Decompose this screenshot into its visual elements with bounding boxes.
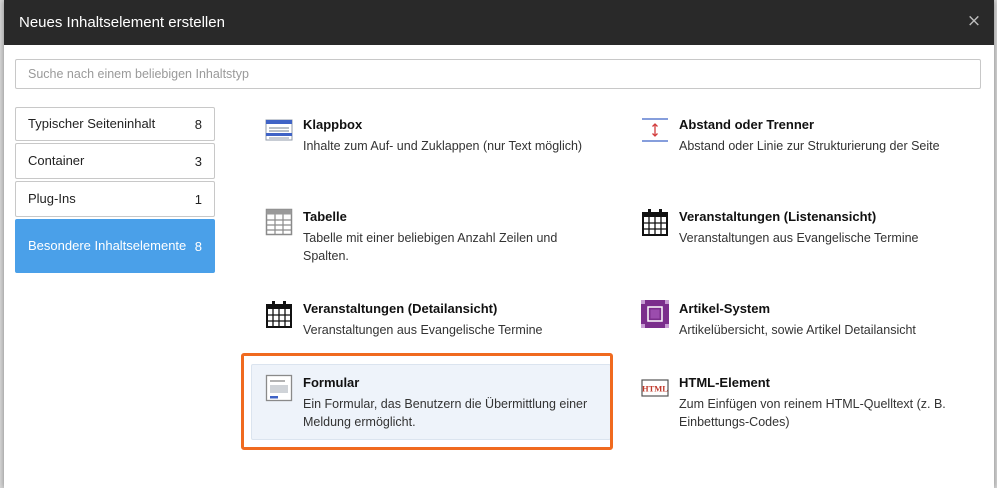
- item-description: Artikelübersicht, sowie Artikel Detailan…: [679, 323, 916, 337]
- search-wrapper: [15, 59, 981, 89]
- form-icon: [265, 374, 293, 402]
- item-title: Tabelle: [303, 209, 347, 224]
- tab-container[interactable]: Container 3: [15, 143, 215, 179]
- item-title: HTML-Element: [679, 375, 770, 390]
- item-title: Abstand oder Trenner: [679, 117, 815, 132]
- dialog-header: Neues Inhaltselement erstellen ×: [4, 0, 994, 45]
- item-title: Formular: [303, 375, 360, 390]
- accordion-icon: [265, 119, 293, 141]
- item-text: Abstand oder Trenner Abstand oder Linie …: [679, 116, 940, 155]
- search-input[interactable]: [15, 59, 981, 89]
- item-text: Veranstaltungen (Listenansicht) Veransta…: [679, 208, 919, 247]
- item-description: Veranstaltungen aus Evangelische Termine: [303, 323, 543, 337]
- calendar-icon: [266, 301, 292, 328]
- tab-typical-page-content[interactable]: Typischer Seiteninhalt 8: [15, 107, 215, 141]
- item-description: Inhalte zum Auf- und Zuklappen (nur Text…: [303, 139, 583, 153]
- element-events-list[interactable]: Veranstaltungen (Listenansicht) Veransta…: [641, 208, 981, 247]
- element-table[interactable]: Tabelle Tabelle mit einer beliebigen Anz…: [265, 208, 595, 265]
- element-article-system[interactable]: Artikel-System Artikelübersicht, sowie A…: [641, 300, 981, 339]
- element-klappbox[interactable]: Klappbox Inhalte zum Auf- und Zuklappen …: [265, 116, 585, 155]
- element-events-detail[interactable]: Veranstaltungen (Detailansicht) Veransta…: [265, 300, 595, 339]
- close-icon[interactable]: ×: [966, 11, 982, 31]
- tab-label: Besondere Inhaltselemente: [28, 238, 187, 253]
- tab-label: Container: [28, 153, 85, 168]
- tab-label: Typischer Seiteninhalt: [28, 116, 156, 131]
- tab-label: Plug-Ins: [28, 191, 76, 206]
- item-title: Veranstaltungen (Listenansicht): [679, 209, 877, 224]
- item-description: Zum Einfügen von reinem HTML-Quelltext (…: [679, 397, 946, 429]
- item-text: Klappbox Inhalte zum Auf- und Zuklappen …: [303, 116, 582, 155]
- item-text: HTML-Element Zum Einfügen von reinem HTM…: [679, 374, 981, 431]
- table-icon: [265, 208, 293, 236]
- element-form[interactable]: Formular Ein Formular, das Benutzern die…: [265, 374, 600, 431]
- svg-text:HTML: HTML: [642, 384, 668, 394]
- item-text: Veranstaltungen (Detailansicht) Veransta…: [303, 300, 543, 339]
- tab-count-badge: 8: [194, 238, 202, 254]
- element-html[interactable]: HTML HTML-Element Zum Einfügen von reine…: [641, 374, 981, 431]
- category-tabs: Typischer Seiteninhalt 8 Container 3 Plu…: [15, 107, 215, 275]
- tab-count-badge: 1: [194, 191, 202, 207]
- item-description: Ein Formular, das Benutzern die Übermitt…: [303, 397, 588, 429]
- item-description: Tabelle mit einer beliebigen Anzahl Zeil…: [303, 231, 558, 263]
- tab-count-badge: 3: [194, 153, 202, 169]
- item-description: Veranstaltungen aus Evangelische Termine: [679, 231, 919, 245]
- item-title: Artikel-System: [679, 301, 771, 316]
- dialog-title: Neues Inhaltselement erstellen: [19, 14, 225, 31]
- item-text: Tabelle Tabelle mit einer beliebigen Anz…: [303, 208, 595, 265]
- article-system-icon: [641, 300, 669, 328]
- item-description: Abstand oder Linie zur Strukturierung de…: [679, 139, 940, 153]
- item-title: Veranstaltungen (Detailansicht): [303, 301, 498, 316]
- divider-icon: [642, 118, 668, 142]
- element-spacer-divider[interactable]: Abstand oder Trenner Abstand oder Linie …: [641, 116, 981, 155]
- tab-special-content-elements[interactable]: Besondere Inhaltselemente 8: [15, 219, 215, 273]
- item-text: Artikel-System Artikelübersicht, sowie A…: [679, 300, 916, 339]
- calendar-icon: [642, 209, 668, 236]
- tab-plugins[interactable]: Plug-Ins 1: [15, 181, 215, 217]
- html-icon: HTML: [641, 379, 669, 397]
- item-title: Klappbox: [303, 117, 363, 132]
- item-text: Formular Ein Formular, das Benutzern die…: [303, 374, 600, 431]
- tab-count-badge: 8: [194, 116, 202, 132]
